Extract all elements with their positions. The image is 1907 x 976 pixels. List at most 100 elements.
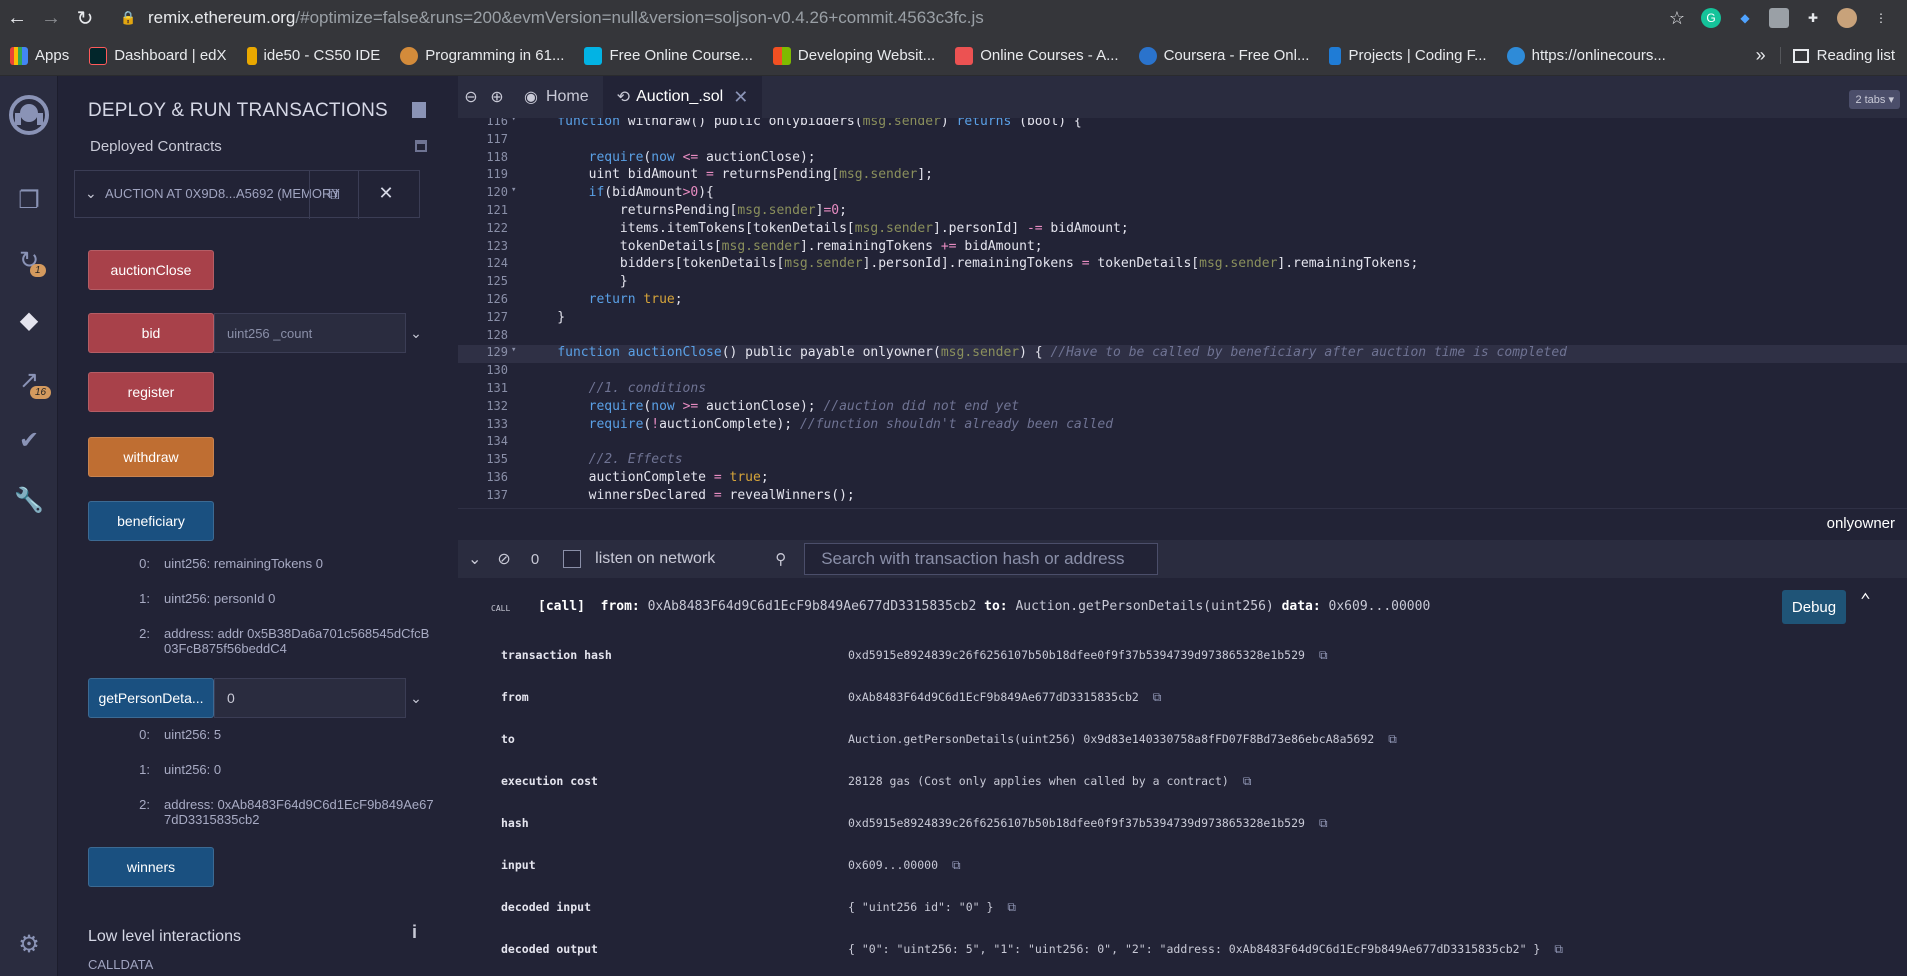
solidity-file-icon: ⟲: [616, 89, 631, 106]
fold-arrow-icon[interactable]: ▾: [511, 118, 516, 124]
tabs-count-dropdown[interactable]: 2 tabs ▾: [1849, 90, 1900, 109]
fold-arrow-icon[interactable]: ▾: [511, 345, 516, 355]
register-button[interactable]: register: [88, 372, 214, 412]
code-line[interactable]: 117: [458, 132, 1907, 150]
settings-gear-icon[interactable]: ⚙: [13, 928, 45, 960]
close-tab-icon[interactable]: ✕: [733, 87, 748, 108]
tx-detail-row: transaction hash 0xd5915e8924839c26f62561…: [501, 648, 1901, 668]
file-explorer-icon[interactable]: ❐: [13, 184, 45, 216]
code-line[interactable]: 129 ▾ function auctionClose() public paya…: [458, 345, 1907, 364]
code-line[interactable]: 125 }: [458, 274, 1907, 292]
grammarly-icon[interactable]: G: [1701, 8, 1721, 28]
collapse-terminal-icon[interactable]: ⌄: [468, 549, 481, 569]
copy-icon[interactable]: ⧉: [1243, 774, 1252, 788]
copy-icon[interactable]: ⧉: [309, 171, 359, 219]
copy-icon[interactable]: ⧉: [952, 858, 961, 872]
copy-icon[interactable]: ⧉: [1319, 816, 1328, 830]
menu-dots-icon[interactable]: ⋮: [1871, 8, 1891, 28]
trash-icon[interactable]: [415, 140, 427, 152]
code-line[interactable]: 132 require(now >= auctionClose); //auct…: [458, 399, 1907, 417]
copy-icon[interactable]: ⧉: [1319, 648, 1328, 662]
listen-network-checkbox[interactable]: [563, 550, 582, 568]
zoom-out-icon[interactable]: ⊖: [458, 84, 484, 110]
code-line[interactable]: 120 ▾ if(bidAmount>0){: [458, 185, 1907, 203]
info-icon[interactable]: i: [412, 922, 417, 943]
copy-icon[interactable]: ⧉: [1554, 942, 1563, 956]
code-line[interactable]: 134: [458, 434, 1907, 452]
search-input[interactable]: Search with transaction hash or address: [804, 543, 1159, 575]
line-number: 128: [486, 327, 508, 342]
code-line[interactable]: 128: [458, 328, 1907, 346]
code-line[interactable]: 126 return true;: [458, 292, 1907, 310]
tab-auction-sol[interactable]: ⟲ Auction_.sol ✕: [602, 76, 763, 118]
code-line[interactable]: 118 require(now <= auctionClose);: [458, 150, 1907, 168]
forward-arrow-icon[interactable]: →: [34, 0, 68, 36]
code-line[interactable]: 121 returnsPending[msg.sender]=0;: [458, 203, 1907, 221]
get-person-details-input[interactable]: 0: [214, 678, 406, 718]
close-icon[interactable]: ✕: [371, 183, 401, 204]
code-line[interactable]: 122 items.itemTokens[tokenDetails[msg.se…: [458, 221, 1907, 239]
debug-button[interactable]: Debug: [1782, 590, 1846, 624]
bookmark-projects[interactable]: Projects | Coding F...: [1329, 46, 1487, 65]
bookmark-coursera[interactable]: Coursera - Free Onl...: [1138, 46, 1309, 65]
browser-toolbar: ← → ↻ 🔒 remix.ethereum.org/#optimize=fal…: [0, 0, 1907, 36]
reload-icon[interactable]: ↻: [68, 0, 102, 36]
copy-icon[interactable]: ⧉: [1153, 690, 1162, 704]
code-line[interactable]: 131 //1. conditions: [458, 381, 1907, 399]
bookmark-cs50[interactable]: ide50 - CS50 IDE: [246, 46, 380, 65]
docs-icon[interactable]: [412, 102, 426, 118]
testing-icon[interactable]: ✔: [13, 424, 45, 456]
withdraw-button[interactable]: withdraw: [88, 437, 214, 477]
bookmark-onlinecourses[interactable]: https://onlinecours...: [1506, 46, 1666, 65]
code-line[interactable]: 116 ▾ function withdraw() public onlybidd…: [458, 118, 1907, 132]
bookmark-programming[interactable]: Programming in 61...: [400, 46, 564, 65]
bid-button[interactable]: bid: [88, 313, 214, 353]
tx-detail-row: hash 0xd5915e8924839c26f6256107b50b18dfee…: [501, 816, 1901, 836]
tab-home[interactable]: ◉ Home: [510, 76, 603, 118]
extension-square-icon[interactable]: [1769, 8, 1789, 28]
bookmark-developing-websites[interactable]: Developing Websit...: [772, 46, 935, 65]
zoom-in-icon[interactable]: ⊕: [484, 84, 510, 110]
code-line[interactable]: 133 require(!auctionComplete); //functio…: [458, 417, 1907, 435]
copy-icon[interactable]: ⧉: [1007, 900, 1016, 914]
beneficiary-button[interactable]: beneficiary: [88, 501, 214, 541]
puzzle-icon[interactable]: ✚: [1803, 8, 1823, 28]
code-line[interactable]: 124 bidders[tokenDetails[msg.sender].per…: [458, 256, 1907, 274]
reading-list[interactable]: Reading list: [1779, 47, 1895, 64]
deploy-run-icon[interactable]: ◆: [13, 304, 45, 336]
copy-icon[interactable]: ⧉: [1388, 732, 1397, 746]
code-line[interactable]: 127 }: [458, 310, 1907, 328]
bookmark-free-online-course[interactable]: Free Online Course...: [584, 46, 753, 65]
bookmark-edx[interactable]: Dashboard | edX: [89, 46, 227, 65]
address-bar[interactable]: 🔒 remix.ethereum.org/#optimize=false&run…: [120, 8, 1667, 28]
plugin-manager-icon[interactable]: 🔧: [13, 484, 45, 516]
code-text: require(!auctionComplete); //function sh…: [588, 416, 1114, 432]
bookmarks-more-icon[interactable]: »: [1756, 45, 1766, 66]
code-line[interactable]: 137 winnersDeclared = revealWinners();: [458, 488, 1907, 506]
call-log-entry[interactable]: CALL [call] from: 0xAb8483F64d9C6d1EcF9b…: [458, 578, 1907, 632]
chevron-down-icon[interactable]: ⌄: [85, 185, 97, 202]
chevron-up-icon[interactable]: ⌃: [1860, 590, 1871, 611]
auction-close-button[interactable]: auctionClose: [88, 250, 214, 290]
diamond-icon[interactable]: ◆: [1735, 8, 1755, 28]
get-person-details-button[interactable]: getPersonDeta...: [88, 678, 214, 718]
code-line[interactable]: 136 auctionComplete = true;: [458, 470, 1907, 488]
tx-detail-value: 0xAb8483F64d9C6d1EcF9b849Ae677dD3315835c…: [848, 690, 1139, 704]
code-line[interactable]: 135 //2. Effects: [458, 452, 1907, 470]
code-line[interactable]: 130: [458, 363, 1907, 381]
winners-button[interactable]: winners: [88, 847, 214, 887]
bid-expand-icon[interactable]: ⌄: [406, 313, 426, 353]
bid-input[interactable]: uint256 _count: [214, 313, 406, 353]
remix-logo-icon[interactable]: [6, 92, 52, 138]
code-line[interactable]: 119 uint bidAmount = returnsPending[msg.…: [458, 167, 1907, 185]
get-person-details-expand-icon[interactable]: ⌄: [406, 678, 426, 718]
fold-arrow-icon[interactable]: ▾: [511, 185, 516, 195]
star-icon[interactable]: ☆: [1667, 8, 1687, 28]
back-arrow-icon[interactable]: ←: [0, 0, 34, 36]
clear-console-icon[interactable]: ⊘: [497, 549, 510, 569]
code-editor[interactable]: 116 ▾ function withdraw() public onlybidd…: [458, 118, 1907, 508]
profile-avatar[interactable]: [1837, 8, 1857, 28]
code-line[interactable]: 123 tokenDetails[msg.sender].remainingTo…: [458, 239, 1907, 257]
bookmark-online-courses[interactable]: Online Courses - A...: [955, 46, 1119, 65]
bookmark-apps[interactable]: Apps: [10, 46, 69, 65]
